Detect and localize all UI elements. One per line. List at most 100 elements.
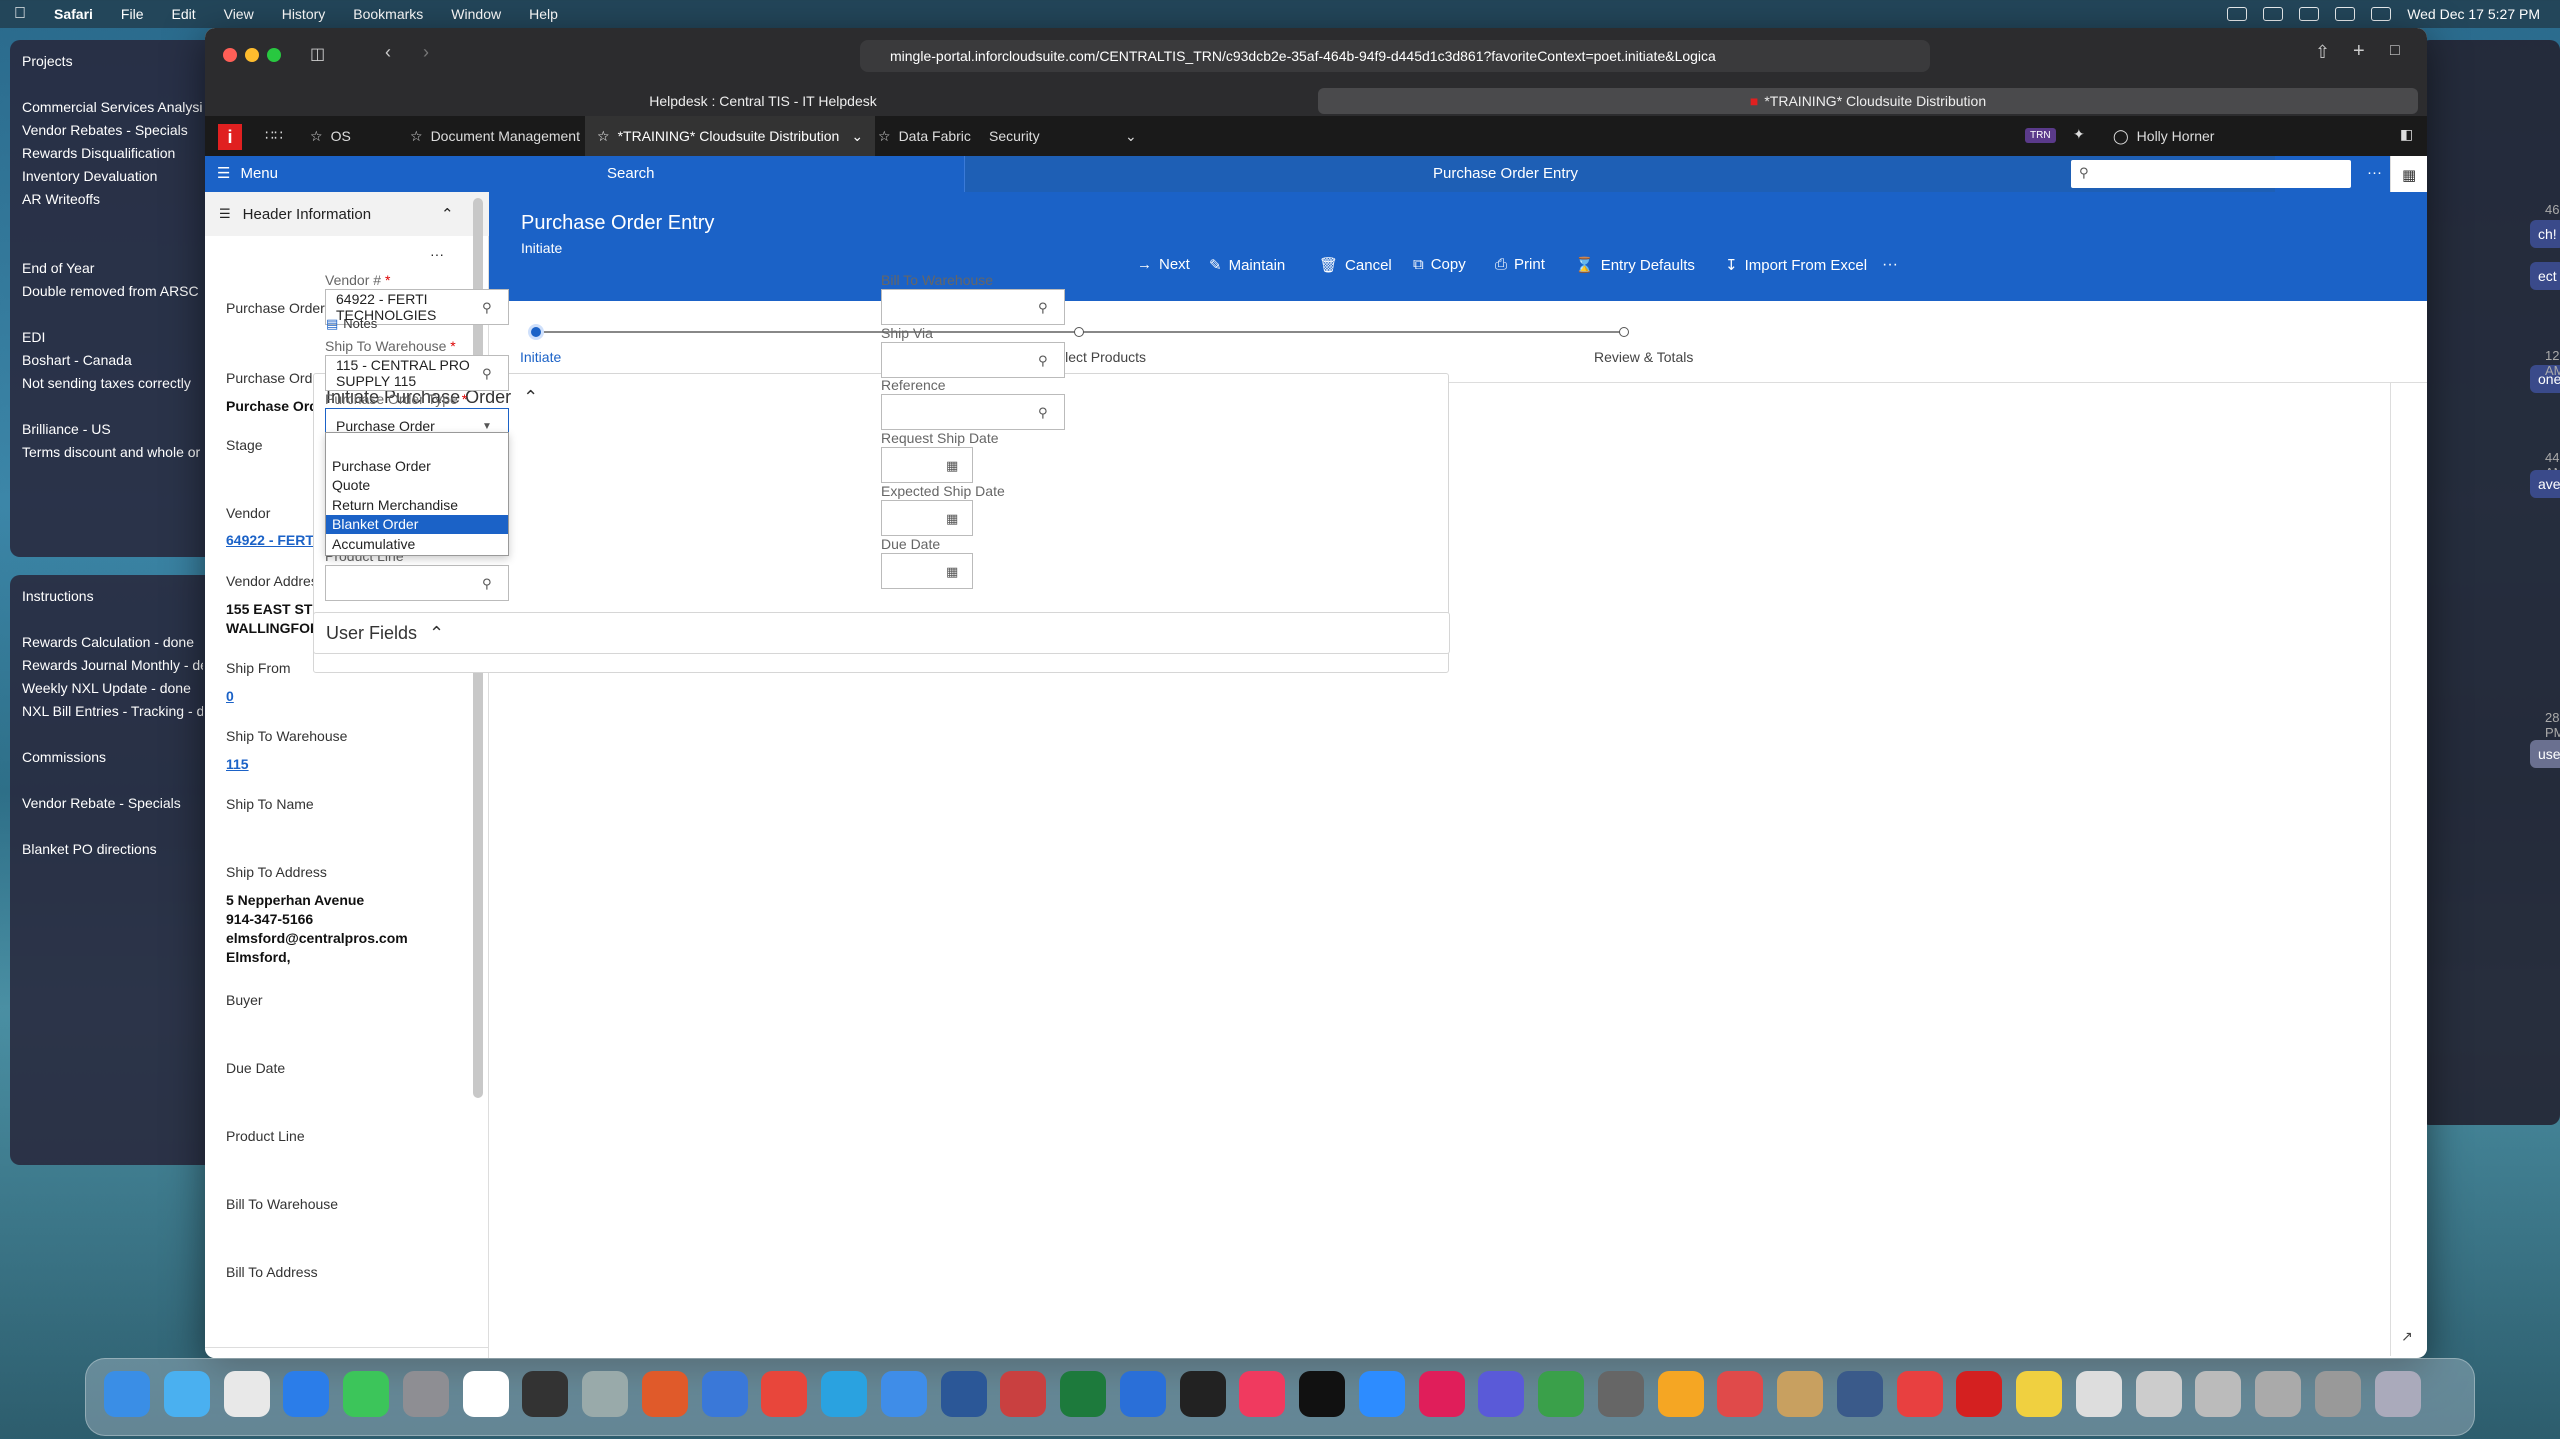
dock-app-icon[interactable] (462, 1371, 509, 1417)
nav-tab-document-management[interactable]: ☆ Document Management (410, 116, 580, 156)
dock-app-icon[interactable] (1478, 1371, 1525, 1417)
display-icon[interactable] (2299, 7, 2320, 21)
dock-app-icon[interactable] (2016, 1371, 2062, 1417)
dock-app-icon[interactable] (1060, 1371, 1106, 1417)
lookup-icon[interactable]: ⚲ (1038, 353, 1054, 369)
dock-app-icon[interactable] (641, 1371, 688, 1417)
dropdown-option[interactable]: Return Merchandise (326, 496, 508, 515)
tab-overview-icon[interactable]: □ (2390, 42, 2400, 60)
step-dot[interactable] (1074, 327, 1084, 337)
dock-app-icon[interactable] (1358, 1371, 1405, 1417)
nav-tab-security[interactable]: Security (989, 116, 1040, 156)
lookup-icon[interactable]: ⚲ (482, 300, 498, 316)
search-tab[interactable]: Search (205, 156, 965, 192)
menu-history[interactable]: History (268, 6, 340, 22)
zoom-window-button[interactable] (267, 48, 281, 62)
infor-logo-icon[interactable]: i (218, 124, 242, 150)
dropdown-option[interactable]: Quote (326, 476, 508, 495)
cancel-button[interactable]: 🗑 Cancel (1319, 256, 1392, 275)
dock-app-icon[interactable] (761, 1371, 808, 1417)
step-dot[interactable] (1619, 327, 1629, 337)
header-info-panel-header[interactable]: ☰ Header Information ⌃ (205, 192, 489, 236)
menu-bookmarks[interactable]: Bookmarks (339, 6, 437, 22)
expected-ship-date-input[interactable]: ▦ (881, 500, 973, 536)
global-search-input[interactable]: ⚲ (2071, 160, 2351, 188)
dock-app-icon[interactable] (880, 1371, 927, 1417)
bookmark-icon[interactable]: ✦ (2073, 126, 2085, 143)
dock-app-icon[interactable] (2135, 1371, 2182, 1417)
notes-link[interactable]: ▤ Notes (326, 316, 377, 332)
minimize-window-button[interactable] (245, 48, 259, 62)
step-label-initiate[interactable]: Initiate (520, 349, 561, 365)
wifi-icon[interactable] (2371, 7, 2392, 21)
dock-app-icon[interactable] (1119, 1371, 1166, 1417)
dock-app-icon[interactable] (1179, 1371, 1226, 1417)
dock-app-icon[interactable] (821, 1371, 867, 1417)
dock-app-icon[interactable] (1418, 1371, 1465, 1417)
entry-defaults-button[interactable]: ⌛ Entry Defaults (1575, 256, 1695, 275)
popout-icon[interactable]: ↗ (2401, 1328, 2413, 1345)
nav-tab-cloudsuite[interactable]: ☆ *TRAINING* Cloudsuite Distribution ⌄ (585, 116, 876, 156)
dock-app-icon[interactable] (402, 1371, 449, 1417)
menu-help[interactable]: Help (515, 6, 572, 22)
ship-from-link[interactable]: 0 (226, 688, 234, 704)
dropdown-option-selected[interactable]: Blanket Order (326, 515, 508, 534)
dock-app-icon[interactable] (1896, 1371, 1943, 1417)
calendar-icon[interactable]: ▦ (946, 511, 962, 527)
more-actions-icon[interactable]: ··· (1882, 256, 1898, 274)
share-icon[interactable]: ⇧ (2315, 42, 2330, 63)
sidebar-toggle-icon[interactable]: ◫ (310, 44, 325, 64)
more-tabs-chevron-icon[interactable]: ⌄ (1125, 116, 1137, 156)
dock-app-icon[interactable] (283, 1371, 330, 1417)
more-options-icon[interactable]: ··· (2367, 164, 2382, 181)
new-tab-icon[interactable]: + (2353, 40, 2365, 63)
copy-button[interactable]: ⧉ Copy (1413, 256, 1466, 273)
clock[interactable]: Wed Dec 17 5:27 PM (2407, 6, 2540, 22)
dropdown-option[interactable]: Accumulative (326, 535, 508, 554)
dock-app-icon[interactable] (343, 1371, 389, 1417)
ship-to-warehouse-input[interactable]: 115 - CENTRAL PRO SUPPLY 115 ⚲ (325, 355, 509, 391)
dock-app-icon[interactable] (223, 1371, 270, 1417)
url-bar[interactable]: mingle-portal.inforcloudsuite.com/CENTRA… (860, 40, 1930, 72)
close-window-button[interactable] (223, 48, 237, 62)
volume-icon[interactable] (2335, 7, 2356, 21)
dock-app-icon[interactable] (2195, 1371, 2242, 1417)
user-menu[interactable]: ◯ Holly Horner (2113, 116, 2214, 156)
dock-app-icon[interactable] (1597, 1371, 1644, 1417)
dock-app-icon[interactable] (1000, 1371, 1047, 1417)
safari-tab-cloudsuite[interactable]: ■ *TRAINING* Cloudsuite Distribution (1318, 88, 2418, 114)
next-button[interactable]: → Next (1137, 256, 1190, 273)
import-excel-button[interactable]: ↧ Import From Excel (1725, 256, 1867, 275)
dock-app-icon[interactable] (163, 1371, 210, 1417)
due-date-input[interactable]: ▦ (881, 553, 973, 589)
reference-input[interactable]: ⚲ (881, 394, 1065, 430)
apple-icon[interactable]:  (0, 5, 40, 23)
layout-icon[interactable]: ▦ (2402, 166, 2416, 184)
dock-app-icon[interactable] (1538, 1371, 1584, 1417)
dock-app-icon[interactable] (1836, 1371, 1883, 1417)
dock-app-icon[interactable] (104, 1371, 150, 1417)
lookup-icon[interactable]: ⚲ (482, 576, 498, 592)
dock-app-icon[interactable] (2374, 1371, 2421, 1417)
dock-app-icon[interactable] (2075, 1371, 2122, 1417)
dock-app-icon[interactable] (1657, 1371, 1704, 1417)
dock-app-icon[interactable] (940, 1371, 987, 1417)
calendar-icon[interactable]: ▦ (946, 458, 962, 474)
dock-app-icon[interactable] (1239, 1371, 1286, 1417)
bill-to-warehouse-input[interactable]: ⚲ (881, 289, 1065, 325)
dock-app-icon[interactable] (1956, 1371, 2003, 1417)
request-ship-date-input[interactable]: ▦ (881, 447, 973, 483)
nav-tab-os[interactable]: ☆ OS (310, 116, 351, 156)
step-dot-active[interactable] (528, 324, 544, 340)
dropdown-option[interactable]: Purchase Order (326, 457, 508, 476)
menu-window[interactable]: Window (437, 6, 515, 22)
ship-to-warehouse-link[interactable]: 115 (226, 756, 249, 772)
step-label-review[interactable]: Review & Totals (1594, 349, 1693, 365)
app-grid-icon[interactable]: ∷∷ (265, 127, 283, 144)
dropdown-option[interactable] (326, 437, 508, 456)
menu-file[interactable]: File (107, 6, 158, 22)
forward-arrow-icon[interactable]: › (423, 42, 429, 63)
chevron-up-icon[interactable]: ⌃ (441, 205, 454, 223)
dock-app-icon[interactable] (582, 1371, 628, 1417)
back-arrow-icon[interactable]: ‹ (385, 42, 391, 63)
